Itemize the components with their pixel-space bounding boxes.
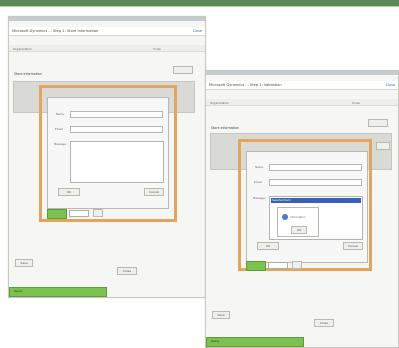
top-divider [0, 6, 399, 7]
left-header: Microsoft Dynamics ... Step 1: Store Inf… [9, 27, 205, 36]
left-footer-field[interactable] [69, 210, 89, 217]
right-footer-mini-btn[interactable] [292, 261, 302, 269]
right-label-message: Message: [253, 196, 266, 200]
right-window: Microsoft Dynamics ... Step 1: Validatio… [205, 70, 399, 348]
left-header-close-link[interactable]: Close [193, 29, 202, 33]
left-header-title: Microsoft Dynamics ... Step 1: Store Inf… [12, 29, 99, 33]
right-header-close-link[interactable]: Close [386, 83, 395, 87]
right-top-right-button[interactable] [368, 119, 388, 127]
right-green-toolbar [246, 261, 266, 271]
right-email-field[interactable] [269, 179, 362, 186]
left-subheader: Organization Code [9, 45, 205, 52]
left-form-dialog: Name: Email: Message: OK Cancel [47, 97, 169, 209]
right-titlebar [206, 71, 398, 75]
left-footer-mini-btn[interactable] [93, 209, 103, 217]
left-name-field[interactable] [70, 111, 163, 118]
right-status-text: Ready [211, 339, 220, 343]
left-section-label: Store information [14, 72, 42, 76]
right-info-text: Information [290, 215, 306, 219]
right-footer-mid-button[interactable]: Close [314, 319, 334, 327]
left-footer-left-button[interactable]: Save [15, 259, 33, 267]
right-info-dialog: Information OK [277, 207, 319, 237]
left-label-name: Name: [56, 112, 65, 116]
right-section-label: Store information [211, 126, 239, 130]
left-window: Microsoft Dynamics ... Step 1: Store Inf… [8, 16, 206, 298]
right-label-email: Email: [254, 180, 263, 184]
right-header: Microsoft Dynamics ... Step 1: Validatio… [206, 81, 398, 90]
left-top-right-button[interactable] [173, 66, 193, 74]
left-message-textarea[interactable] [70, 141, 164, 183]
left-sub-left: Organization [13, 46, 33, 51]
left-footer-mid-button[interactable]: Close [117, 267, 137, 275]
left-titlebar [9, 17, 205, 21]
right-label-name: Name: [255, 165, 264, 169]
right-subheader: Organization Code [206, 99, 398, 106]
right-sub-left: Organization [210, 100, 230, 105]
right-header-title: Microsoft Dynamics ... Step 1: Validatio… [209, 83, 282, 87]
left-status-text: Ready [14, 289, 23, 293]
right-form-dialog: Name: Email: Message: Selected item Info… [246, 151, 368, 263]
right-sub-right: Code [352, 100, 360, 105]
info-icon [282, 214, 288, 220]
left-label-email: Email: [55, 127, 64, 131]
left-email-field[interactable] [70, 126, 163, 133]
right-footer-left-button[interactable]: Save [212, 311, 230, 319]
right-info-ok-button[interactable]: OK [291, 226, 307, 234]
left-cancel-button[interactable]: Cancel [144, 188, 164, 196]
left-ok-button[interactable]: OK [58, 188, 80, 196]
left-label-message: Message: [54, 142, 67, 146]
right-footer-field[interactable] [268, 262, 288, 269]
right-side-small-button[interactable] [376, 142, 390, 150]
left-green-toolbar [47, 209, 67, 219]
right-ok-button[interactable]: OK [257, 242, 279, 250]
left-sub-right: Code [153, 46, 161, 51]
right-cancel-button[interactable]: Cancel [343, 242, 363, 250]
right-list-selected[interactable]: Selected item [271, 198, 361, 203]
right-bottom-status [206, 337, 304, 347]
right-name-field[interactable] [269, 164, 362, 171]
left-bottom-status [9, 287, 107, 297]
